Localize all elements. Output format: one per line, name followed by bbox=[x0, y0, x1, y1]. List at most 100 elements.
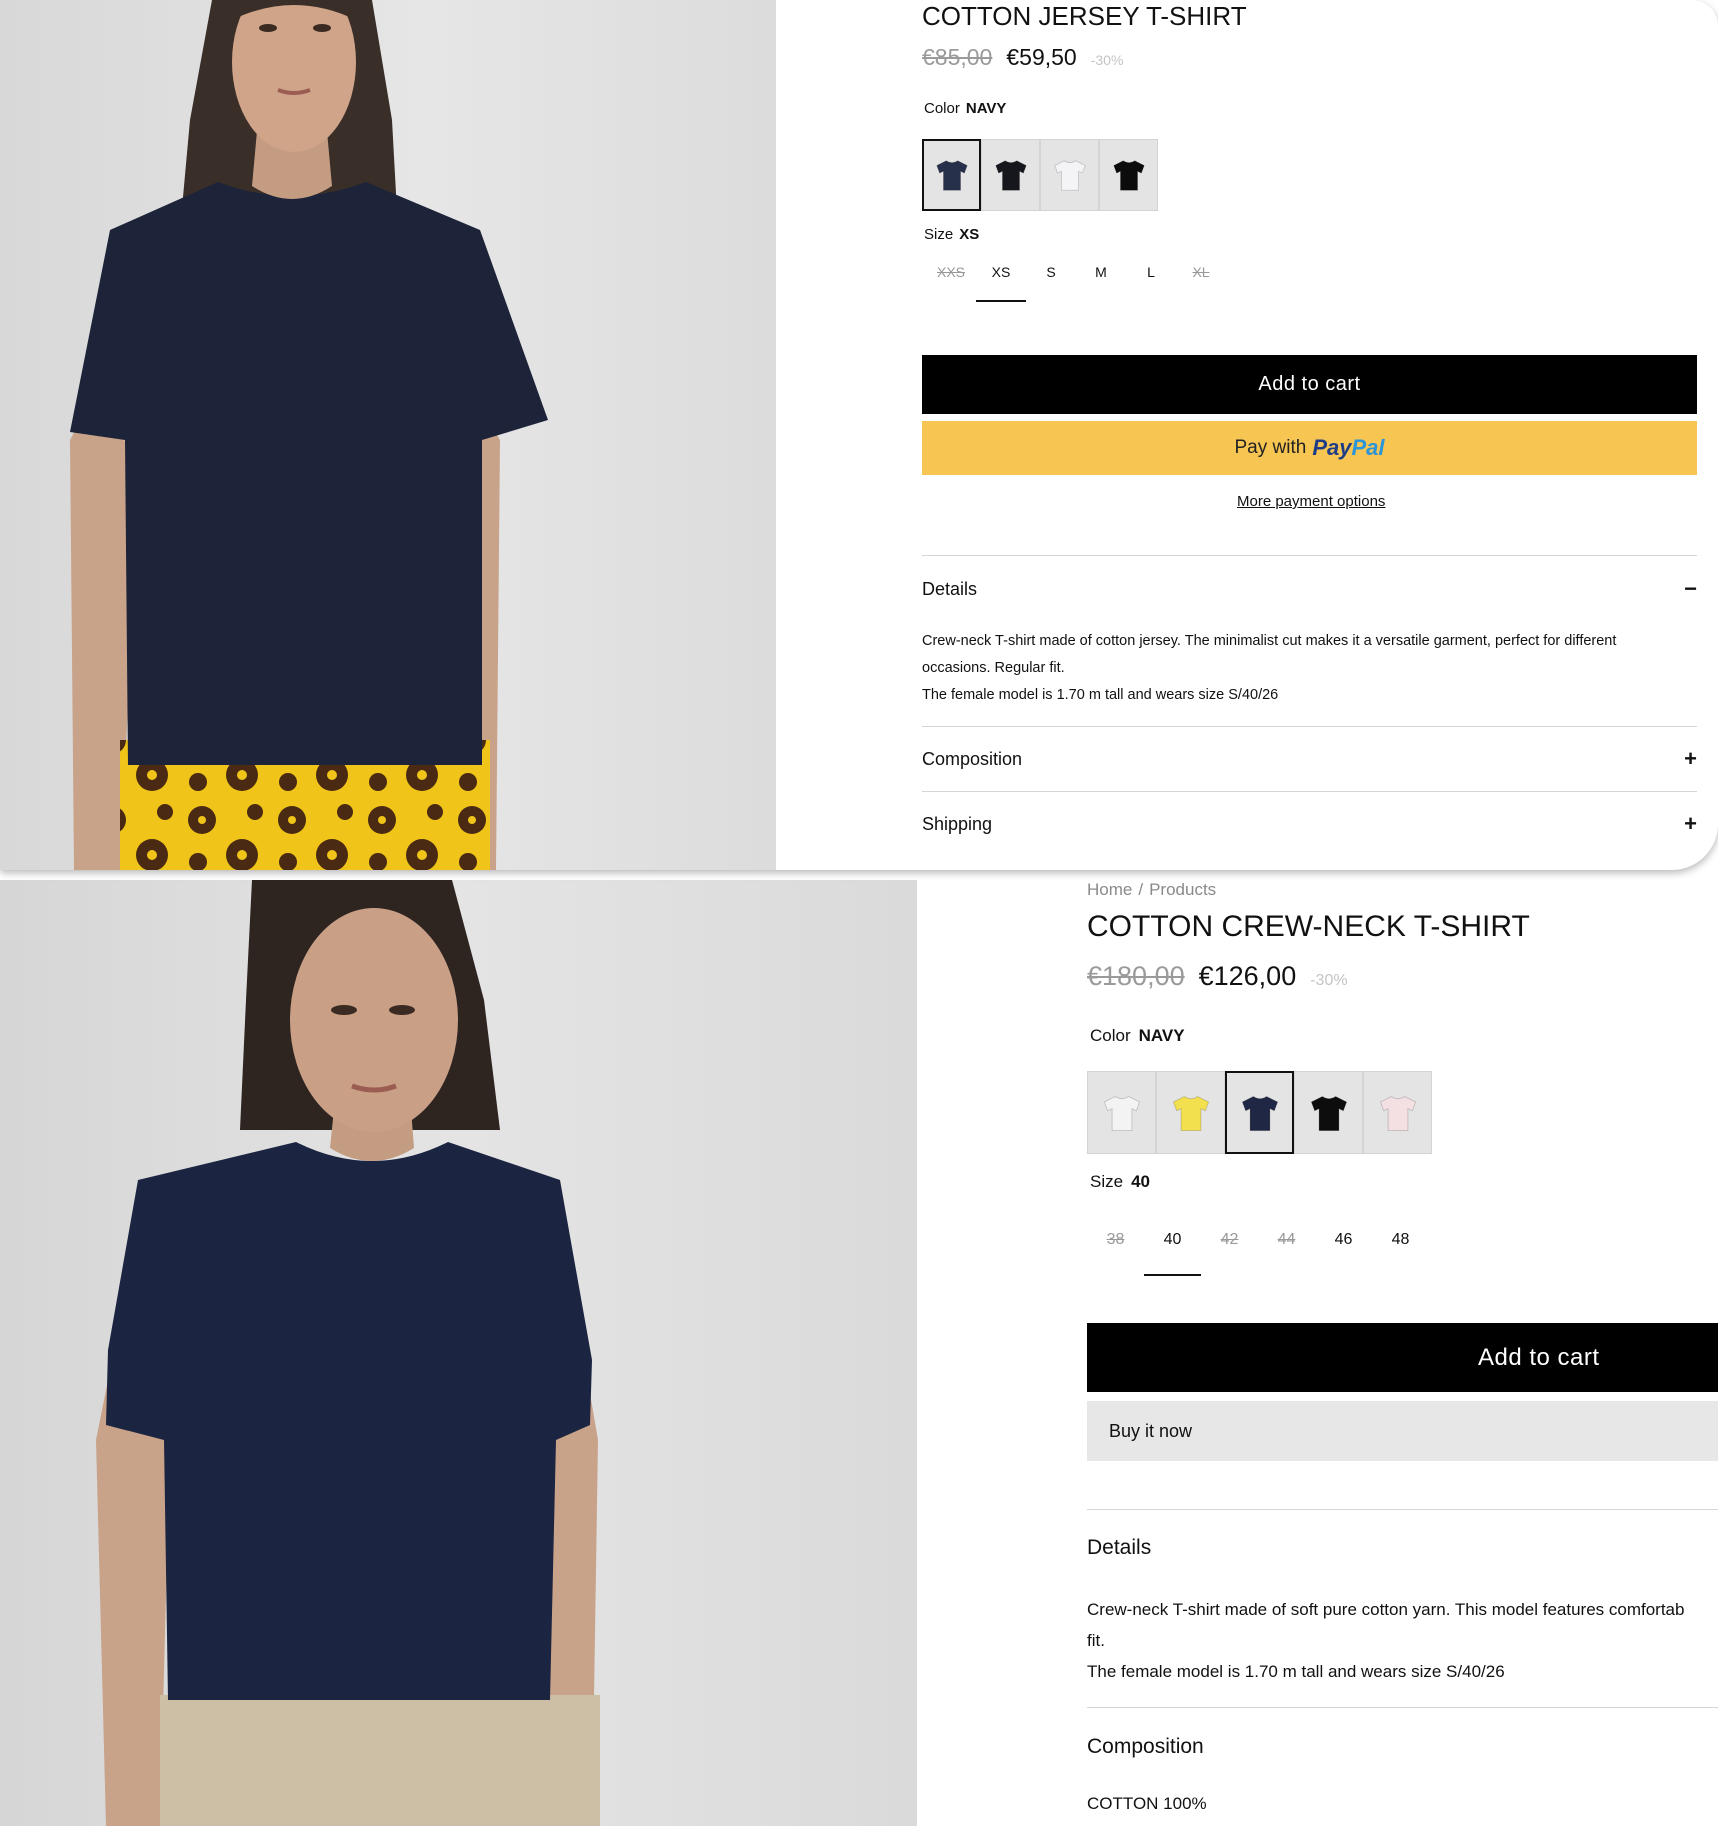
size-value: XS bbox=[959, 226, 980, 243]
paypal-logo-pay: Pay bbox=[1312, 435, 1352, 460]
discount-badge: -30% bbox=[1310, 972, 1348, 989]
details-accordion-header[interactable]: Details − bbox=[922, 576, 1697, 602]
paypal-button[interactable]: Pay with Pay Pal bbox=[922, 421, 1697, 475]
divider bbox=[922, 791, 1697, 792]
size-option-label: 46 bbox=[1334, 1231, 1353, 1248]
size-value: 40 bbox=[1131, 1172, 1150, 1191]
tshirt-icon bbox=[1103, 1095, 1140, 1131]
model-illustration bbox=[96, 880, 600, 1826]
size-option-label: M bbox=[1095, 264, 1107, 280]
divider bbox=[922, 726, 1697, 727]
details-line: occasions. Regular fit. bbox=[922, 660, 1065, 676]
size-option[interactable]: L bbox=[1126, 256, 1176, 302]
size-option[interactable]: XS bbox=[976, 256, 1026, 302]
tshirt-icon bbox=[994, 160, 1027, 191]
size-option[interactable]: 42 bbox=[1201, 1217, 1258, 1276]
breadcrumb-home-link[interactable]: Home bbox=[1087, 880, 1132, 900]
color-swatch-navy[interactable] bbox=[922, 139, 981, 211]
composition-accordion-header[interactable]: Composition + bbox=[922, 746, 1697, 772]
details-line: Crew-neck T-shirt made of cotton jersey.… bbox=[922, 633, 1617, 649]
size-option[interactable]: 44 bbox=[1258, 1217, 1315, 1276]
color-value: NAVY bbox=[1138, 1026, 1185, 1045]
paypal-logo-pal: Pal bbox=[1351, 435, 1385, 460]
size-option[interactable]: XXS bbox=[926, 256, 976, 302]
paypal-prefix: Pay with bbox=[1234, 437, 1307, 458]
color-swatch-yellow[interactable] bbox=[1156, 1071, 1225, 1154]
divider bbox=[922, 555, 1697, 556]
color-swatch-navy[interactable] bbox=[1225, 1071, 1294, 1154]
size-option[interactable]: 48 bbox=[1372, 1217, 1429, 1276]
color-swatches bbox=[1087, 1071, 1432, 1154]
size-option-label: 44 bbox=[1277, 1231, 1296, 1248]
details-line: Crew-neck T-shirt made of soft pure cott… bbox=[1087, 1600, 1685, 1619]
color-swatch-dark[interactable] bbox=[981, 139, 1040, 211]
tshirt-icon bbox=[1112, 160, 1145, 191]
color-swatch-white[interactable] bbox=[1087, 1071, 1156, 1154]
model-illustration bbox=[70, 0, 548, 870]
price-row: €85,00 €59,50 -30% bbox=[922, 44, 1123, 71]
product-photo-crew-neck[interactable] bbox=[0, 880, 917, 1826]
size-options: 38 40 42 44 46 48 bbox=[1087, 1217, 1429, 1276]
color-swatch-black[interactable] bbox=[1099, 139, 1158, 211]
product-card-crew-neck: Home / Products COTTON CREW-NECK T-SHIRT… bbox=[0, 880, 1718, 1826]
shipping-accordion-header[interactable]: Shipping + bbox=[922, 811, 1697, 837]
color-swatch-black[interactable] bbox=[1294, 1071, 1363, 1154]
buy-it-now-button[interactable]: Buy it now bbox=[1087, 1401, 1718, 1461]
product-photo-jersey[interactable] bbox=[0, 0, 776, 870]
size-option[interactable]: S bbox=[1026, 256, 1076, 302]
size-label: Size bbox=[924, 226, 954, 243]
size-options: XXS XS S M L XL bbox=[926, 256, 1226, 302]
original-price: €180,00 bbox=[1087, 961, 1185, 991]
tshirt-icon bbox=[935, 160, 968, 191]
size-option-label: S bbox=[1046, 264, 1056, 280]
breadcrumb: Home / Products bbox=[1087, 880, 1216, 900]
size-option-label: XL bbox=[1192, 264, 1210, 280]
divider bbox=[1087, 1707, 1718, 1708]
details-line: fit. bbox=[1087, 1631, 1105, 1650]
size-label-row: Size XS bbox=[924, 226, 979, 243]
product-title: COTTON CREW-NECK T-SHIRT bbox=[1087, 910, 1530, 943]
size-option[interactable]: 38 bbox=[1087, 1217, 1144, 1276]
details-line: The female model is 1.70 m tall and wear… bbox=[922, 687, 1279, 703]
color-label: Color bbox=[1090, 1026, 1131, 1045]
size-option[interactable]: XL bbox=[1176, 256, 1226, 302]
color-swatches bbox=[922, 139, 1158, 211]
tshirt-icon bbox=[1379, 1095, 1416, 1131]
color-value: NAVY bbox=[965, 100, 1007, 117]
size-label: Size bbox=[1090, 1172, 1124, 1191]
shipping-title: Shipping bbox=[922, 813, 993, 834]
sale-price: €59,50 bbox=[1006, 44, 1077, 70]
product-card-jersey: COTTON JERSEY T-SHIRT €85,00 €59,50 -30%… bbox=[0, 0, 1718, 870]
add-to-cart-button[interactable]: Add to cart bbox=[1087, 1323, 1718, 1392]
composition-title: Composition bbox=[1087, 1735, 1204, 1758]
add-to-cart-button[interactable]: Add to cart bbox=[922, 355, 1697, 414]
tshirt-icon bbox=[1172, 1095, 1209, 1131]
product-title: COTTON JERSEY T-SHIRT bbox=[922, 1, 1247, 31]
color-swatch-white[interactable] bbox=[1040, 139, 1099, 211]
tshirt-icon bbox=[1310, 1095, 1347, 1131]
color-label-row: Color NAVY bbox=[1090, 1026, 1185, 1046]
size-option-label: XS bbox=[991, 264, 1011, 280]
plus-icon: + bbox=[1684, 811, 1697, 836]
size-option-label: 48 bbox=[1391, 1231, 1410, 1248]
tshirt-icon bbox=[1241, 1095, 1278, 1131]
size-option-label: 40 bbox=[1163, 1231, 1182, 1248]
breadcrumb-separator: / bbox=[1138, 880, 1144, 899]
plus-icon: + bbox=[1684, 746, 1697, 771]
color-swatch-pink[interactable] bbox=[1363, 1071, 1432, 1154]
size-option-label: XXS bbox=[936, 264, 965, 280]
size-option[interactable]: 40 bbox=[1144, 1217, 1201, 1276]
details-text: Crew-neck T-shirt made of cotton jersey.… bbox=[922, 628, 1697, 709]
breadcrumb-products-link[interactable]: Products bbox=[1149, 880, 1216, 900]
size-option-label: L bbox=[1147, 264, 1155, 280]
minus-icon: − bbox=[1684, 576, 1697, 601]
details-title: Details bbox=[1087, 1536, 1152, 1559]
size-option-label: 42 bbox=[1220, 1231, 1239, 1248]
size-option[interactable]: 46 bbox=[1315, 1217, 1372, 1276]
size-option[interactable]: M bbox=[1076, 256, 1126, 302]
color-label: Color bbox=[924, 100, 960, 117]
more-payment-options-link[interactable]: More payment options bbox=[1237, 493, 1385, 510]
composition-title: Composition bbox=[922, 748, 1023, 769]
details-text: Crew-neck T-shirt made of soft pure cott… bbox=[1087, 1594, 1718, 1687]
original-price: €85,00 bbox=[922, 44, 993, 70]
